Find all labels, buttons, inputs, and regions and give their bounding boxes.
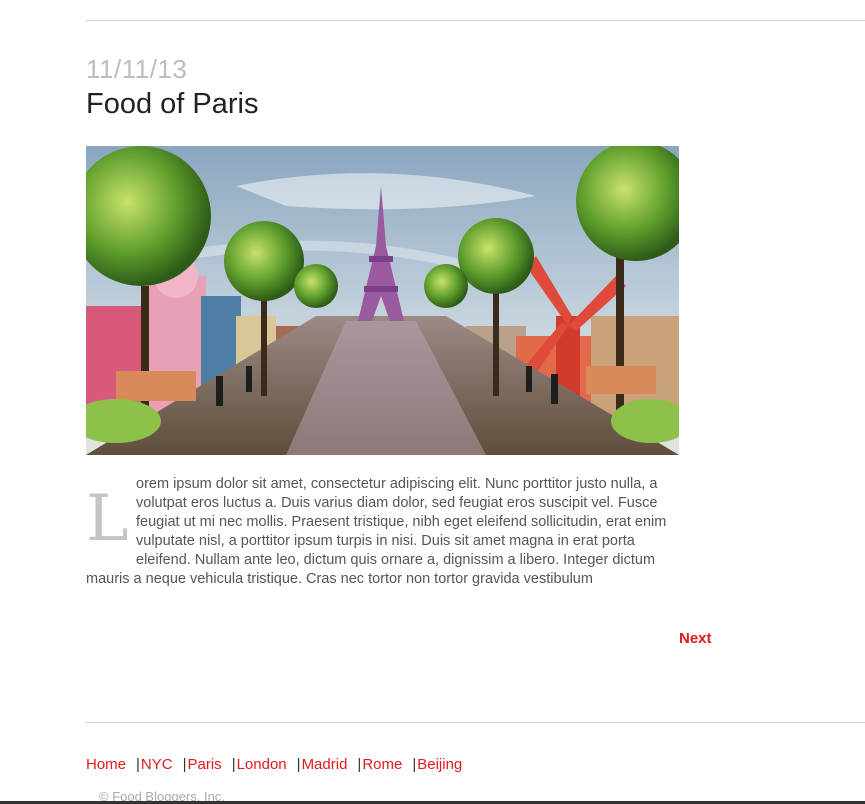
footer-link-home[interactable]: Home bbox=[86, 756, 126, 773]
footer-link-london[interactable]: London bbox=[237, 756, 287, 773]
post-date: 11/11/13 bbox=[86, 54, 188, 84]
footer-link-nyc[interactable]: NYC bbox=[141, 756, 173, 773]
post-title: Food of Paris bbox=[86, 88, 259, 120]
drop-cap: L bbox=[86, 482, 129, 556]
hero-image bbox=[86, 146, 679, 455]
nav-separator: | bbox=[412, 756, 417, 773]
post-body: L orem ipsum dolor sit amet, consectetur… bbox=[86, 475, 680, 589]
footer-link-paris[interactable]: Paris bbox=[188, 756, 222, 773]
nav-separator: | bbox=[231, 756, 236, 773]
nav-separator: | bbox=[182, 756, 187, 773]
footer-nav: Home |NYC |Paris |London |Madrid |Rome |Beijin… bbox=[86, 756, 462, 773]
footer-divider bbox=[86, 722, 865, 723]
top-divider bbox=[86, 20, 865, 21]
nav-separator: | bbox=[296, 756, 301, 773]
next-post-link[interactable]: Next bbox=[679, 630, 712, 647]
footer-link-beijing[interactable]: Beijing bbox=[417, 756, 462, 773]
nav-separator: | bbox=[357, 756, 362, 773]
page: 11/11/13 Food of Paris L orem ipsum dolo… bbox=[0, 0, 865, 804]
post-body-text: orem ipsum dolor sit amet, consectetur a… bbox=[86, 476, 667, 587]
nav-separator: | bbox=[136, 756, 140, 773]
footer-link-madrid[interactable]: Madrid bbox=[302, 756, 348, 773]
footer-link-rome[interactable]: Rome bbox=[362, 756, 402, 773]
